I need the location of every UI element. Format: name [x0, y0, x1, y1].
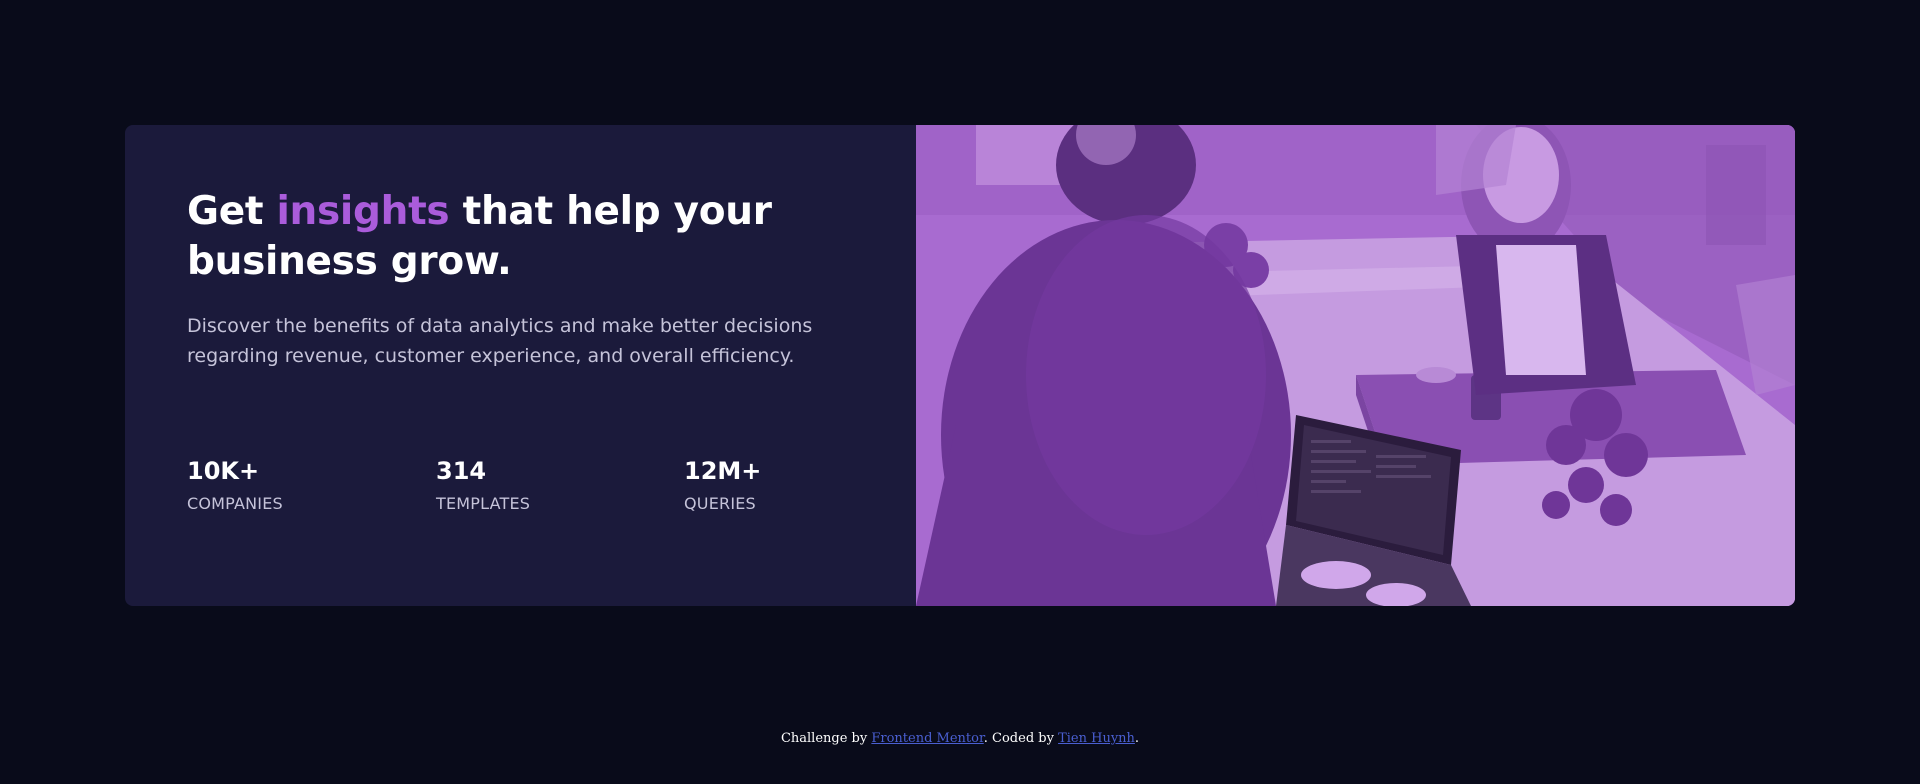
headline-part-1: Get — [187, 189, 277, 234]
stat-label: QUERIES — [684, 494, 756, 513]
office-photo-illustration — [916, 125, 1795, 606]
attribution-footer: Challenge by Frontend Mentor. Coded by T… — [0, 730, 1920, 748]
footer-prefix: Challenge by — [780, 731, 872, 746]
headline: Get insights that help your business gro… — [187, 187, 807, 287]
stat-value: 12M+ — [684, 457, 762, 485]
footer-middle: . Coded by — [983, 731, 1059, 746]
stat-label: COMPANIES — [187, 494, 283, 513]
description: Discover the benefits of data analytics … — [187, 315, 813, 367]
frontend-mentor-link[interactable]: Frontend Mentor — [871, 731, 983, 746]
stat-value: 10K+ — [187, 457, 260, 485]
header-image — [916, 125, 1795, 606]
stat-companies: 10K+ COMPANIES — [187, 455, 283, 515]
footer-suffix: . — [1134, 731, 1140, 746]
headline-accent: insights — [276, 189, 450, 234]
author-link[interactable]: Tien Huynh — [1058, 731, 1135, 746]
stats-row: 10K+ COMPANIES 314 TEMPLATES 12M+ QUERIE… — [187, 455, 807, 535]
stat-value: 314 — [436, 457, 487, 485]
stats-preview-card: Get insights that help your business gro… — [125, 125, 1795, 606]
card-content: Get insights that help your business gro… — [125, 125, 916, 606]
stat-queries: 12M+ QUERIES — [684, 455, 761, 515]
stat-label: TEMPLATES — [436, 494, 531, 513]
stat-templates: 314 TEMPLATES — [436, 455, 530, 515]
